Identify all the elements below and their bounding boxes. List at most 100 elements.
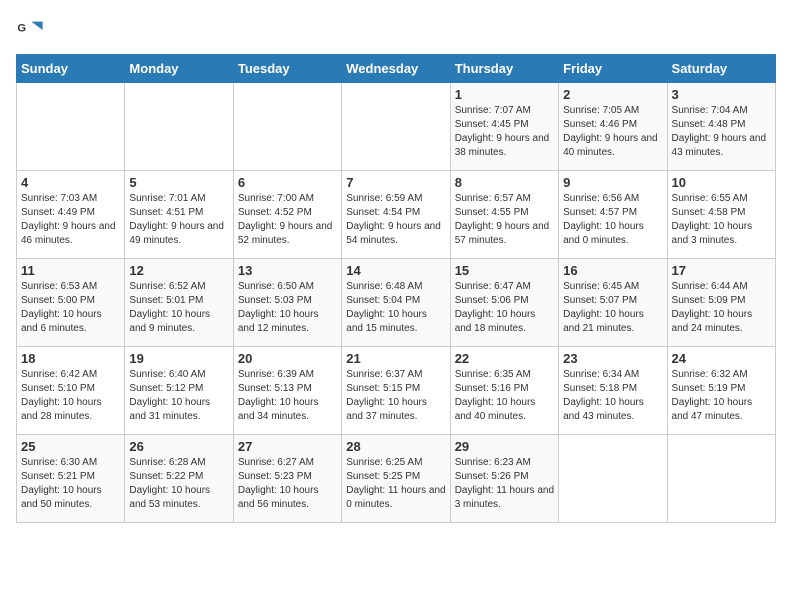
day-number: 16 xyxy=(563,263,662,278)
calendar-week-row: 11 Sunrise: 6:53 AMSunset: 5:00 PMDaylig… xyxy=(17,259,776,347)
day-of-week-header: Saturday xyxy=(667,55,775,83)
day-number: 10 xyxy=(672,175,771,190)
day-number: 26 xyxy=(129,439,228,454)
day-info: Sunrise: 6:28 AMSunset: 5:22 PMDaylight:… xyxy=(129,456,228,512)
day-info: Sunrise: 6:55 AMSunset: 4:58 PMDaylight:… xyxy=(672,192,771,248)
day-number: 18 xyxy=(21,351,120,366)
day-info: Sunrise: 6:45 AMSunset: 5:07 PMDaylight:… xyxy=(563,280,662,336)
calendar-day-cell: 1 Sunrise: 7:07 AMSunset: 4:45 PMDayligh… xyxy=(450,83,558,171)
calendar-day-cell: 9 Sunrise: 6:56 AMSunset: 4:57 PMDayligh… xyxy=(559,171,667,259)
day-number: 5 xyxy=(129,175,228,190)
calendar-day-cell: 13 Sunrise: 6:50 AMSunset: 5:03 PMDaylig… xyxy=(233,259,341,347)
calendar-week-row: 25 Sunrise: 6:30 AMSunset: 5:21 PMDaylig… xyxy=(17,435,776,523)
day-info: Sunrise: 6:34 AMSunset: 5:18 PMDaylight:… xyxy=(563,368,662,424)
page-header: G xyxy=(16,16,776,44)
day-number: 24 xyxy=(672,351,771,366)
day-number: 28 xyxy=(346,439,445,454)
day-info: Sunrise: 6:32 AMSunset: 5:19 PMDaylight:… xyxy=(672,368,771,424)
day-info: Sunrise: 7:00 AMSunset: 4:52 PMDaylight:… xyxy=(238,192,337,248)
day-info: Sunrise: 6:57 AMSunset: 4:55 PMDaylight:… xyxy=(455,192,554,248)
logo-icon: G xyxy=(16,16,44,44)
calendar-day-cell: 25 Sunrise: 6:30 AMSunset: 5:21 PMDaylig… xyxy=(17,435,125,523)
day-of-week-header: Tuesday xyxy=(233,55,341,83)
day-number: 9 xyxy=(563,175,662,190)
day-number: 8 xyxy=(455,175,554,190)
calendar-day-cell: 4 Sunrise: 7:03 AMSunset: 4:49 PMDayligh… xyxy=(17,171,125,259)
day-info: Sunrise: 6:47 AMSunset: 5:06 PMDaylight:… xyxy=(455,280,554,336)
day-of-week-header: Monday xyxy=(125,55,233,83)
calendar-day-cell: 22 Sunrise: 6:35 AMSunset: 5:16 PMDaylig… xyxy=(450,347,558,435)
calendar-header-row: SundayMondayTuesdayWednesdayThursdayFrid… xyxy=(17,55,776,83)
day-number: 11 xyxy=(21,263,120,278)
day-number: 7 xyxy=(346,175,445,190)
day-info: Sunrise: 6:59 AMSunset: 4:54 PMDaylight:… xyxy=(346,192,445,248)
day-number: 17 xyxy=(672,263,771,278)
calendar-day-cell: 3 Sunrise: 7:04 AMSunset: 4:48 PMDayligh… xyxy=(667,83,775,171)
day-info: Sunrise: 7:01 AMSunset: 4:51 PMDaylight:… xyxy=(129,192,228,248)
calendar-day-cell: 5 Sunrise: 7:01 AMSunset: 4:51 PMDayligh… xyxy=(125,171,233,259)
calendar-day-cell: 16 Sunrise: 6:45 AMSunset: 5:07 PMDaylig… xyxy=(559,259,667,347)
day-info: Sunrise: 6:27 AMSunset: 5:23 PMDaylight:… xyxy=(238,456,337,512)
calendar-body: 1 Sunrise: 7:07 AMSunset: 4:45 PMDayligh… xyxy=(17,83,776,523)
day-number: 22 xyxy=(455,351,554,366)
calendar-day-cell: 21 Sunrise: 6:37 AMSunset: 5:15 PMDaylig… xyxy=(342,347,450,435)
day-info: Sunrise: 6:35 AMSunset: 5:16 PMDaylight:… xyxy=(455,368,554,424)
day-info: Sunrise: 6:48 AMSunset: 5:04 PMDaylight:… xyxy=(346,280,445,336)
calendar-day-cell: 27 Sunrise: 6:27 AMSunset: 5:23 PMDaylig… xyxy=(233,435,341,523)
calendar-week-row: 1 Sunrise: 7:07 AMSunset: 4:45 PMDayligh… xyxy=(17,83,776,171)
day-info: Sunrise: 6:50 AMSunset: 5:03 PMDaylight:… xyxy=(238,280,337,336)
day-number: 1 xyxy=(455,87,554,102)
calendar-day-cell: 6 Sunrise: 7:00 AMSunset: 4:52 PMDayligh… xyxy=(233,171,341,259)
calendar-day-cell xyxy=(559,435,667,523)
calendar-day-cell: 23 Sunrise: 6:34 AMSunset: 5:18 PMDaylig… xyxy=(559,347,667,435)
day-info: Sunrise: 7:07 AMSunset: 4:45 PMDaylight:… xyxy=(455,104,554,160)
calendar-day-cell: 15 Sunrise: 6:47 AMSunset: 5:06 PMDaylig… xyxy=(450,259,558,347)
calendar-week-row: 4 Sunrise: 7:03 AMSunset: 4:49 PMDayligh… xyxy=(17,171,776,259)
calendar-day-cell: 12 Sunrise: 6:52 AMSunset: 5:01 PMDaylig… xyxy=(125,259,233,347)
calendar-day-cell xyxy=(233,83,341,171)
day-info: Sunrise: 6:40 AMSunset: 5:12 PMDaylight:… xyxy=(129,368,228,424)
day-number: 25 xyxy=(21,439,120,454)
day-number: 29 xyxy=(455,439,554,454)
calendar-day-cell: 20 Sunrise: 6:39 AMSunset: 5:13 PMDaylig… xyxy=(233,347,341,435)
day-info: Sunrise: 6:53 AMSunset: 5:00 PMDaylight:… xyxy=(21,280,120,336)
calendar-day-cell: 28 Sunrise: 6:25 AMSunset: 5:25 PMDaylig… xyxy=(342,435,450,523)
day-number: 6 xyxy=(238,175,337,190)
calendar-day-cell xyxy=(17,83,125,171)
day-number: 20 xyxy=(238,351,337,366)
calendar-day-cell: 24 Sunrise: 6:32 AMSunset: 5:19 PMDaylig… xyxy=(667,347,775,435)
day-info: Sunrise: 6:52 AMSunset: 5:01 PMDaylight:… xyxy=(129,280,228,336)
day-info: Sunrise: 6:25 AMSunset: 5:25 PMDaylight:… xyxy=(346,456,445,512)
day-info: Sunrise: 6:44 AMSunset: 5:09 PMDaylight:… xyxy=(672,280,771,336)
calendar-day-cell: 8 Sunrise: 6:57 AMSunset: 4:55 PMDayligh… xyxy=(450,171,558,259)
day-of-week-header: Friday xyxy=(559,55,667,83)
calendar-day-cell: 19 Sunrise: 6:40 AMSunset: 5:12 PMDaylig… xyxy=(125,347,233,435)
day-of-week-header: Sunday xyxy=(17,55,125,83)
day-info: Sunrise: 6:56 AMSunset: 4:57 PMDaylight:… xyxy=(563,192,662,248)
day-number: 21 xyxy=(346,351,445,366)
day-number: 4 xyxy=(21,175,120,190)
day-info: Sunrise: 7:04 AMSunset: 4:48 PMDaylight:… xyxy=(672,104,771,160)
calendar-day-cell: 18 Sunrise: 6:42 AMSunset: 5:10 PMDaylig… xyxy=(17,347,125,435)
calendar-day-cell: 11 Sunrise: 6:53 AMSunset: 5:00 PMDaylig… xyxy=(17,259,125,347)
calendar-day-cell: 26 Sunrise: 6:28 AMSunset: 5:22 PMDaylig… xyxy=(125,435,233,523)
day-info: Sunrise: 6:39 AMSunset: 5:13 PMDaylight:… xyxy=(238,368,337,424)
calendar-day-cell xyxy=(667,435,775,523)
calendar-day-cell: 10 Sunrise: 6:55 AMSunset: 4:58 PMDaylig… xyxy=(667,171,775,259)
calendar-day-cell: 29 Sunrise: 6:23 AMSunset: 5:26 PMDaylig… xyxy=(450,435,558,523)
calendar-day-cell xyxy=(342,83,450,171)
day-number: 13 xyxy=(238,263,337,278)
day-number: 19 xyxy=(129,351,228,366)
day-info: Sunrise: 7:03 AMSunset: 4:49 PMDaylight:… xyxy=(21,192,120,248)
day-info: Sunrise: 6:42 AMSunset: 5:10 PMDaylight:… xyxy=(21,368,120,424)
calendar-week-row: 18 Sunrise: 6:42 AMSunset: 5:10 PMDaylig… xyxy=(17,347,776,435)
day-number: 3 xyxy=(672,87,771,102)
calendar-table: SundayMondayTuesdayWednesdayThursdayFrid… xyxy=(16,54,776,523)
day-of-week-header: Wednesday xyxy=(342,55,450,83)
day-number: 15 xyxy=(455,263,554,278)
day-number: 2 xyxy=(563,87,662,102)
day-number: 23 xyxy=(563,351,662,366)
calendar-day-cell: 17 Sunrise: 6:44 AMSunset: 5:09 PMDaylig… xyxy=(667,259,775,347)
day-info: Sunrise: 6:23 AMSunset: 5:26 PMDaylight:… xyxy=(455,456,554,512)
calendar-day-cell xyxy=(125,83,233,171)
